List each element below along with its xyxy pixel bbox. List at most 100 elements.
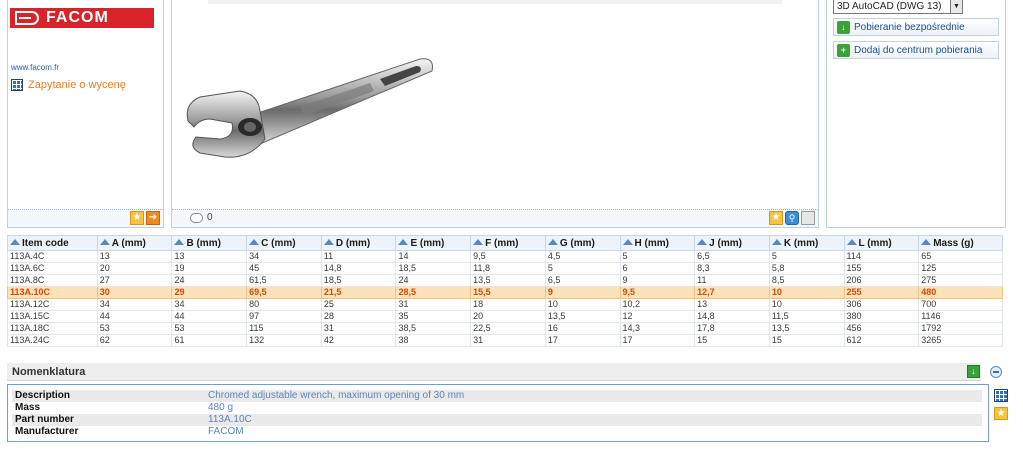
- table-cell: 125: [918, 262, 1003, 275]
- table-cell: 9: [619, 274, 696, 287]
- table-cell: 45: [246, 262, 322, 275]
- sort-ascending-icon[interactable]: [921, 238, 932, 245]
- table-cell: 31: [320, 322, 397, 335]
- nomenclature-download-icon[interactable]: ↓: [967, 365, 980, 378]
- add-to-download-center-button[interactable]: + Dodaj do centrum pobierania: [833, 41, 999, 59]
- table-cell: 14,3: [619, 322, 696, 335]
- sort-ascending-icon[interactable]: [622, 238, 633, 245]
- column-header[interactable]: G (mm): [544, 235, 621, 251]
- table-cell: 700: [918, 298, 1003, 311]
- table-row[interactable]: 113A.4C 13 13 34 11 14 9,5 4,5 5 6,5 5 114 65: [7, 250, 1003, 263]
- calculator-icon[interactable]: [994, 389, 1008, 402]
- column-header[interactable]: F (mm): [470, 235, 546, 251]
- column-header-label: G (mm): [559, 237, 595, 249]
- table-cell: 24: [395, 274, 472, 287]
- column-header[interactable]: C (mm): [246, 235, 322, 251]
- download-panel: 3D AutoCAD (DWG 13) ▼ ↓ Pobieranie bezpo…: [826, 0, 1006, 228]
- column-header[interactable]: D (mm): [320, 235, 397, 251]
- sort-ascending-icon[interactable]: [547, 238, 558, 245]
- table-cell: 113A.18C: [7, 322, 98, 335]
- column-header[interactable]: B (mm): [171, 235, 248, 251]
- table-cell: 19: [171, 262, 248, 275]
- table-cell: 113A.15C: [7, 310, 98, 323]
- column-header[interactable]: E (mm): [395, 235, 472, 251]
- table-row[interactable]: 113A.10C 30 29 69,5 21,5 28,5 15,5 9 9,5 12,7 10 25…: [7, 286, 1003, 299]
- table-cell: 12: [619, 310, 696, 323]
- sort-ascending-icon[interactable]: [10, 238, 20, 245]
- column-header-label: C (mm): [261, 237, 296, 249]
- favorite-star-icon[interactable]: ★: [130, 211, 144, 225]
- sort-ascending-icon[interactable]: [323, 238, 334, 245]
- nomenclature-key: Description: [15, 390, 71, 401]
- copy-pages-icon[interactable]: [801, 211, 815, 225]
- table-cell: 6,5: [694, 250, 770, 263]
- column-header[interactable]: H (mm): [619, 235, 696, 251]
- preview-footer: 0 ★ ⚲: [172, 209, 818, 227]
- column-header[interactable]: Mass (g): [918, 235, 1003, 251]
- table-cell: 20: [470, 310, 546, 323]
- table-cell: 31: [395, 298, 472, 311]
- zoom-magnifier-icon[interactable]: ⚲: [785, 211, 799, 225]
- table-cell: 480: [918, 286, 1003, 299]
- sort-ascending-icon[interactable]: [771, 238, 782, 245]
- column-header[interactable]: K (mm): [768, 235, 845, 251]
- table-cell: 15,5: [470, 286, 546, 299]
- request-quote-link[interactable]: Zapytanie o wycenę: [11, 79, 126, 91]
- add-download-icon: +: [837, 43, 850, 57]
- cad-format-select[interactable]: 3D AutoCAD (DWG 13) ▼: [833, 0, 963, 14]
- column-header-label: K (mm): [783, 237, 819, 249]
- table-cell: 612: [843, 334, 920, 347]
- direct-download-button[interactable]: ↓ Pobieranie bezpośrednie: [833, 18, 999, 36]
- table-cell: 14,8: [320, 262, 397, 275]
- nomenclature-box: Description Chromed adjustable wrench, m…: [7, 384, 989, 442]
- column-header-label: F (mm): [485, 237, 519, 249]
- favorite-star-icon[interactable]: ★: [994, 407, 1008, 420]
- column-header[interactable]: L (mm): [843, 235, 920, 251]
- table-cell: 8,3: [694, 262, 770, 275]
- table-cell: 65: [918, 250, 1003, 263]
- column-header[interactable]: Item code: [7, 235, 98, 251]
- table-row[interactable]: 113A.15C 44 44 97 28 35 20 13,5 12 14,8 11,5 380 114…: [7, 310, 1003, 323]
- table-cell: 13,5: [470, 274, 546, 287]
- table-cell: 27: [96, 274, 173, 287]
- table-row[interactable]: 113A.6C 20 19 45 14,8 18,5 11,8 5 6 8,3 5,8 155 125: [7, 262, 1003, 275]
- nomenclature-row: Manufacturer FACOM: [12, 426, 982, 438]
- viewer-strip: [208, 0, 782, 4]
- nomenclature-header[interactable]: Nomenklatura: [7, 363, 981, 381]
- column-header-label: A (mm): [111, 237, 146, 249]
- table-cell: 10,2: [619, 298, 696, 311]
- column-header[interactable]: J (mm): [694, 235, 770, 251]
- nomenclature-value: FACOM: [208, 426, 244, 437]
- facom-logo[interactable]: FACOM: [10, 8, 154, 28]
- sort-ascending-icon[interactable]: [249, 238, 260, 245]
- sort-ascending-icon[interactable]: [174, 238, 185, 245]
- sort-ascending-icon[interactable]: [398, 238, 409, 245]
- sort-ascending-icon[interactable]: [99, 238, 110, 245]
- column-header-label: L (mm): [858, 237, 892, 249]
- table-header-row: Item code A (mm) B (mm) C (mm) D (mm) E (mm) F…: [7, 235, 1003, 251]
- table-cell: 80: [246, 298, 322, 311]
- sort-ascending-icon[interactable]: [473, 238, 484, 245]
- comments-counter[interactable]: 0: [190, 212, 213, 223]
- table-cell: 380: [843, 310, 920, 323]
- collapse-icon[interactable]: [990, 366, 1002, 378]
- table-row[interactable]: 113A.24C 62 61 132 42 38 31 17 17 15 15 612 3265: [7, 334, 1003, 347]
- website-link[interactable]: www.facom.fr: [11, 63, 59, 72]
- table-cell: 38: [395, 334, 472, 347]
- table-cell: 206: [843, 274, 920, 287]
- table-row[interactable]: 113A.8C 27 24 61,5 18,5 24 13,5 6,5 9 11 8,5 206 275: [7, 274, 1003, 287]
- sort-ascending-icon[interactable]: [846, 238, 857, 245]
- table-cell: 1146: [918, 310, 1003, 323]
- table-cell: 24: [171, 274, 248, 287]
- next-arrow-icon[interactable]: ➔: [146, 211, 160, 225]
- favorite-star-icon[interactable]: ★: [769, 211, 783, 225]
- table-cell: 53: [96, 322, 173, 335]
- nomenclature-value: 480 g: [208, 402, 234, 413]
- table-row[interactable]: 113A.12C 34 34 80 25 31 18 10 10,2 13 10 306 700: [7, 298, 1003, 311]
- sort-ascending-icon[interactable]: [697, 238, 708, 245]
- chevron-down-icon[interactable]: ▼: [950, 0, 962, 13]
- column-header[interactable]: A (mm): [96, 235, 173, 251]
- wrench-image[interactable]: [180, 49, 440, 169]
- table-cell: 16: [544, 322, 621, 335]
- table-row[interactable]: 113A.18C 53 53 115 31 38,5 22,5 16 14,3 17,8 13,5 4…: [7, 322, 1003, 335]
